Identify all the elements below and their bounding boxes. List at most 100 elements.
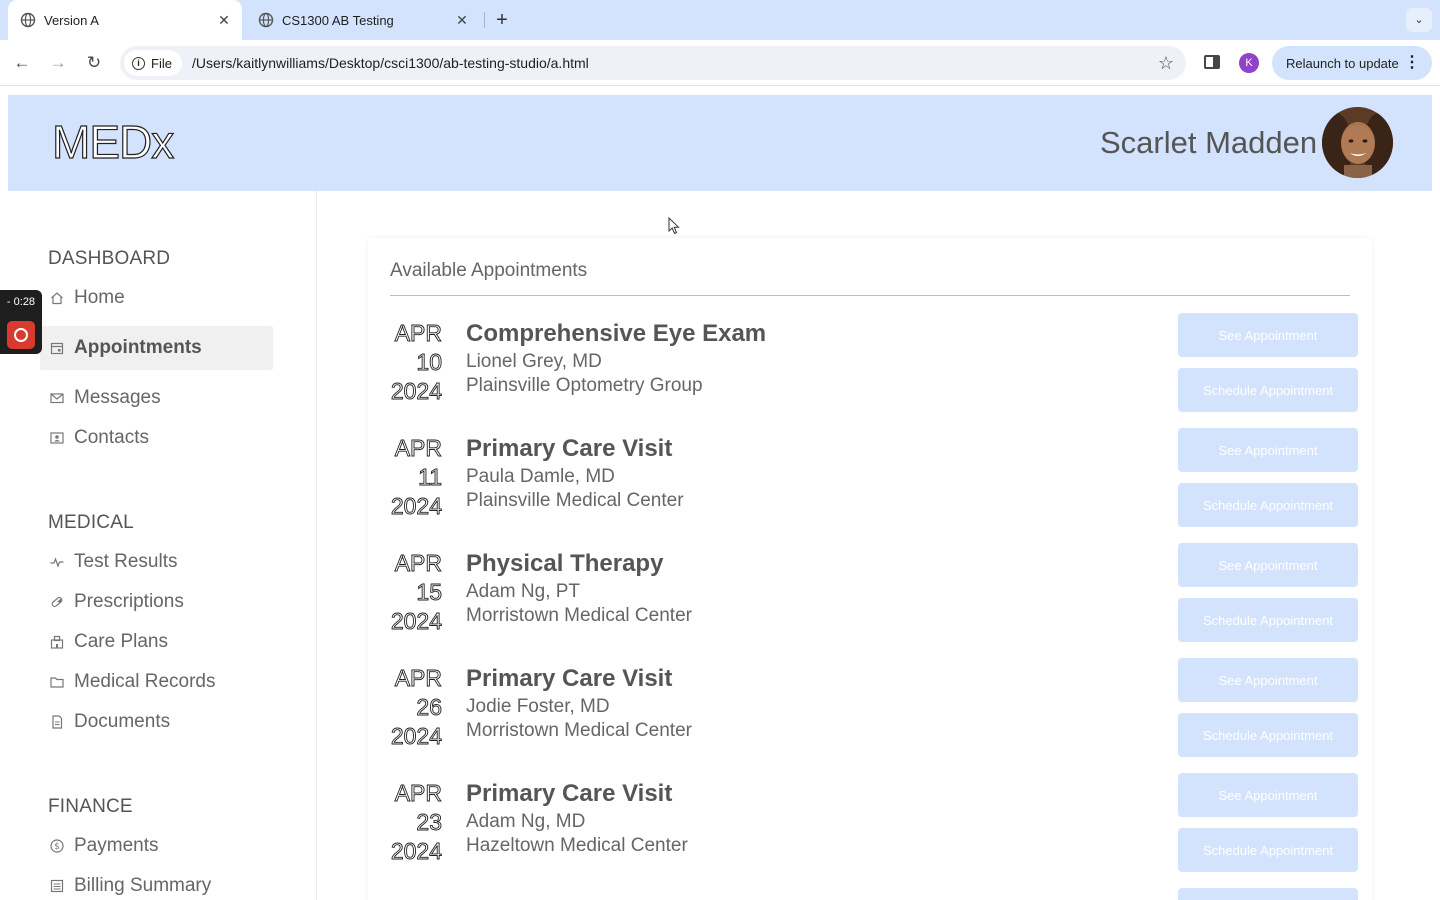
app-logo[interactable]: MEDx [51,116,174,167]
sidebar-item-label: Billing Summary [74,875,212,896]
relaunch-button[interactable]: Relaunch to update ⋮ [1272,46,1432,80]
tab-version-a[interactable]: Version A ✕ [8,0,242,40]
appointment-title: Comprehensive Eye Exam [466,320,767,347]
sidebar-item-messages[interactable]: Messages [40,376,273,420]
side-panel-icon[interactable] [1204,55,1220,69]
sidebar: DASHBOARD Home Appointments Messages Con… [8,191,317,900]
divider [390,295,1350,296]
more-vert-icon: ⋮ [1404,54,1420,71]
tab-search-button[interactable]: ⌄ [1406,8,1432,32]
appointment-location: Morristown Medical Center [466,605,692,626]
see-appointment-button[interactable]: See Appointment [1178,428,1358,472]
profile-avatar[interactable]: K [1239,53,1259,73]
date-day: 15 [416,579,442,606]
appointment-doctor: Paula Damle, MD [466,466,615,487]
appointment-row: APR 26 2024 Primary Care Visit Jodie Fos… [390,658,1358,768]
see-appointment-button[interactable]: See Appointment [1178,658,1358,702]
home-icon [48,289,66,307]
appointment-date: APR 11 2024 [390,434,442,521]
tab-cs1300-ab-testing[interactable]: CS1300 AB Testing ✕ [246,0,480,40]
date-year: 2024 [390,493,442,520]
bookmark-star-icon[interactable]: ☆ [1158,52,1174,74]
date-month: APR [394,780,442,807]
svg-text:$: $ [54,842,59,852]
appointment-location: Morristown Medical Center [466,720,692,741]
see-appointment-button[interactable]: See Appointment [1178,773,1358,817]
pill-icon [48,593,66,611]
calendar-icon [48,339,66,357]
url-text[interactable]: /Users/kaitlynwilliams/Desktop/csci1300/… [192,55,589,71]
appointment-doctor: Jodie Foster, MD [466,696,610,717]
sidebar-item-prescriptions[interactable]: Prescriptions [40,580,273,624]
site-info-chip[interactable]: i File [124,50,182,76]
appointment-date: APR 23 2024 [390,779,442,866]
close-tab-icon[interactable]: ✕ [454,12,470,28]
user-avatar[interactable] [1322,107,1393,178]
dollar-circle-icon: $ [48,837,66,855]
appointment-title: Primary Care Visit [466,435,673,462]
see-appointment-button[interactable] [1178,888,1358,900]
schedule-appointment-button[interactable]: Schedule Appointment [1178,598,1358,642]
appointment-doctor: Adam Ng, MD [466,811,586,832]
envelope-icon [48,389,66,407]
date-month: APR [394,550,442,577]
appointment-location: Plainsville Medical Center [466,490,684,511]
date-day: 10 [416,349,442,376]
sidebar-item-home[interactable]: Home [40,276,273,320]
appointment-date: APR 15 2024 [390,549,442,636]
sidebar-item-payments[interactable]: $ Payments [40,824,273,868]
date-month: APR [394,665,442,692]
appointment-location: Hazeltown Medical Center [466,835,688,856]
date-year: 2024 [390,378,442,405]
sidebar-item-medical-records[interactable]: Medical Records [40,660,273,704]
sidebar-item-test-results[interactable]: Test Results [40,540,273,584]
sidebar-item-label: Contacts [74,427,149,448]
section-title-finance: FINANCE [48,796,133,817]
reload-icon[interactable]: ↻ [82,51,106,75]
tab-separator [484,12,485,28]
sidebar-item-contacts[interactable]: Contacts [40,416,273,460]
appointment-date: APR 26 2024 [390,664,442,751]
appointment-title: Primary Care Visit [466,780,673,807]
stop-recording-button[interactable] [7,321,35,349]
sidebar-item-care-plans[interactable]: Care Plans [40,620,273,664]
sidebar-item-label: Medical Records [74,671,216,692]
hospital-icon [48,633,66,651]
back-arrow-icon[interactable]: ← [10,51,34,75]
appointment-title: Primary Care Visit [466,665,673,692]
pulse-icon [48,553,66,571]
schedule-appointment-button[interactable]: Schedule Appointment [1178,483,1358,527]
schedule-appointment-button[interactable]: Schedule Appointment [1178,368,1358,412]
sidebar-item-documents[interactable]: Documents [40,700,273,744]
address-bar[interactable]: i File /Users/kaitlynwilliams/Desktop/cs… [120,46,1186,80]
schedule-appointment-button[interactable]: Schedule Appointment [1178,828,1358,872]
close-tab-icon[interactable]: ✕ [216,12,232,28]
appointment-doctor: Lionel Grey, MD [466,351,602,372]
section-title-medical: MEDICAL [48,512,134,533]
new-tab-button[interactable]: + [492,10,512,30]
avatar-photo [1322,107,1393,178]
sidebar-item-appointments[interactable]: Appointments [40,326,273,370]
app-header: MEDx Scarlet Madden [8,95,1432,191]
globe-icon [20,12,36,28]
see-appointment-button[interactable]: See Appointment [1178,313,1358,357]
mouse-cursor-icon [668,217,680,235]
appointment-row: APR 10 2024 Comprehensive Eye Exam Lione… [390,313,1358,423]
sidebar-item-label: Documents [74,711,171,732]
appointment-row: APR 23 2024 Primary Care Visit Adam Ng, … [390,773,1358,883]
sidebar-item-label: Care Plans [74,631,168,652]
forward-arrow-icon[interactable]: → [46,51,70,75]
date-year: 2024 [390,838,442,865]
recording-timer: - 0:28 [6,296,36,308]
see-appointment-button[interactable]: See Appointment [1178,543,1358,587]
sidebar-item-label: Prescriptions [74,591,184,612]
schedule-appointment-button[interactable]: Schedule Appointment [1178,713,1358,757]
available-appointments-card: Available Appointments APR 10 2024 Compr… [368,238,1372,900]
date-month: APR [394,435,442,462]
sidebar-item-billing-summary[interactable]: Billing Summary [40,864,273,900]
appointment-doctor: Adam Ng, PT [466,581,581,602]
screen-recorder-widget: - 0:28 [0,290,42,354]
card-title: Available Appointments [390,260,588,281]
sidebar-item-label: Home [74,287,125,308]
browser-tab-strip: Version A ✕ CS1300 AB Testing ✕ + ⌄ [0,0,1440,40]
